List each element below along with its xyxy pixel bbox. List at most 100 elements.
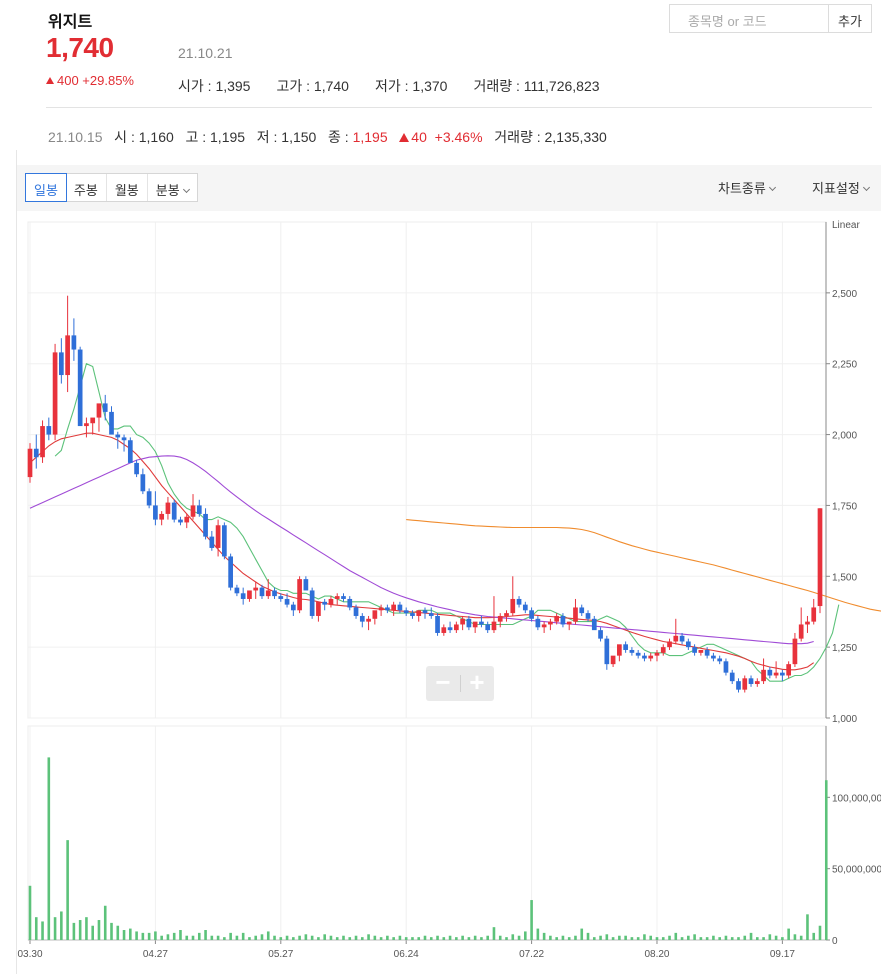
- volume-bar: [386, 935, 389, 940]
- volume-bar: [567, 937, 571, 940]
- volume-bar: [235, 935, 239, 940]
- candle-body: [272, 590, 277, 597]
- candle-body: [134, 462, 139, 475]
- volume-bar: [806, 914, 809, 940]
- candle-body: [353, 607, 359, 616]
- ma-60-line: [29, 455, 814, 645]
- candle-body: [372, 610, 378, 619]
- volume-bar: [542, 932, 546, 940]
- volume-bar: [417, 937, 421, 940]
- candle-body: [767, 669, 773, 676]
- volume-bar: [53, 917, 57, 940]
- candle-body: [109, 411, 114, 435]
- price-tick-label: 2,000: [832, 431, 857, 442]
- candle-body: [535, 618, 541, 628]
- volume-bar: [185, 935, 189, 940]
- volume-bar: [216, 935, 220, 940]
- volume-bar: [768, 934, 772, 940]
- candle-body: [96, 403, 102, 418]
- volume-bar: [498, 935, 502, 940]
- candle-body: [566, 621, 572, 625]
- candle-body: [71, 335, 77, 350]
- candle-body: [805, 621, 810, 625]
- candle-body: [58, 352, 64, 376]
- volume-bar: [361, 937, 364, 940]
- volume-bar: [693, 934, 696, 940]
- volume-bar: [574, 935, 577, 940]
- volume-bar: [135, 931, 138, 940]
- candle-body: [560, 615, 566, 625]
- volume-bar: [429, 937, 433, 940]
- candle-body: [284, 598, 290, 605]
- volume-bar: [580, 928, 584, 940]
- volume-bar: [254, 935, 258, 940]
- volume-bar: [166, 934, 170, 940]
- volume-bar: [774, 935, 778, 940]
- candle-body: [736, 681, 741, 690]
- candle-body: [817, 508, 823, 607]
- candle-body: [780, 672, 785, 676]
- volume-bar: [480, 937, 483, 940]
- x-tick-label: 03.30: [17, 949, 42, 960]
- volume-bar: [586, 932, 590, 940]
- candle-body: [165, 502, 171, 514]
- volume-bar: [379, 937, 383, 940]
- candle-body: [460, 618, 465, 625]
- stock-chart[interactable]: 1,000 1,250 1,500 1,750 2,000 2,250 2,500 03.30…: [0, 0, 881, 974]
- candle-body: [359, 615, 365, 622]
- candle-body: [447, 627, 453, 631]
- volume-bar: [674, 932, 678, 940]
- volume-bar: [824, 780, 828, 940]
- candle-body: [65, 335, 70, 376]
- volume-bar: [91, 925, 94, 940]
- candle-body: [723, 661, 729, 673]
- candle-body: [334, 596, 340, 599]
- candle-body: [685, 641, 691, 648]
- candle-body: [265, 590, 271, 597]
- candle-body: [228, 556, 233, 588]
- volume-bar: [618, 935, 621, 940]
- candle-body: [391, 604, 397, 611]
- volume-bar: [442, 937, 446, 940]
- candle-body: [316, 601, 321, 616]
- volume-bar: [511, 934, 515, 940]
- candle-body: [629, 649, 635, 653]
- candle-body: [717, 658, 723, 662]
- volume-bar: [818, 925, 822, 940]
- candle-body: [140, 474, 146, 492]
- candle-body: [52, 352, 58, 435]
- volume-bar: [643, 934, 646, 940]
- zoom-in-button[interactable]: +: [460, 666, 494, 701]
- candle-body: [259, 587, 265, 597]
- volume-bar: [555, 937, 558, 940]
- volume-bar: [517, 935, 521, 940]
- candle-body: [679, 635, 685, 642]
- volume-bar: [611, 937, 615, 940]
- volume-bar: [630, 937, 634, 940]
- volume-bar: [60, 911, 63, 940]
- x-tick-label: 09.17: [770, 949, 795, 960]
- volume-bar: [285, 935, 289, 940]
- candle-body: [673, 635, 679, 642]
- price-tick-label: 2,500: [832, 289, 857, 300]
- candle-body: [203, 513, 208, 537]
- volume-bar: [266, 931, 270, 940]
- candle-body: [472, 621, 478, 628]
- candle-body: [585, 613, 591, 619]
- candle-body: [397, 604, 403, 611]
- volume-bar: [492, 927, 496, 940]
- candle-body: [441, 627, 447, 633]
- candle-body: [811, 607, 817, 622]
- candle-body: [115, 434, 121, 438]
- candle-body: [598, 630, 603, 639]
- volume-bar: [78, 920, 82, 940]
- volume-bar: [549, 935, 552, 940]
- candle-body: [253, 587, 259, 591]
- volume-bar: [147, 932, 151, 940]
- volume-bar: [530, 900, 533, 940]
- zoom-out-button[interactable]: −: [426, 666, 460, 701]
- candle-body: [748, 678, 754, 684]
- volume-bar: [204, 930, 207, 940]
- volume-bar: [436, 935, 439, 940]
- volume-bar: [730, 937, 734, 940]
